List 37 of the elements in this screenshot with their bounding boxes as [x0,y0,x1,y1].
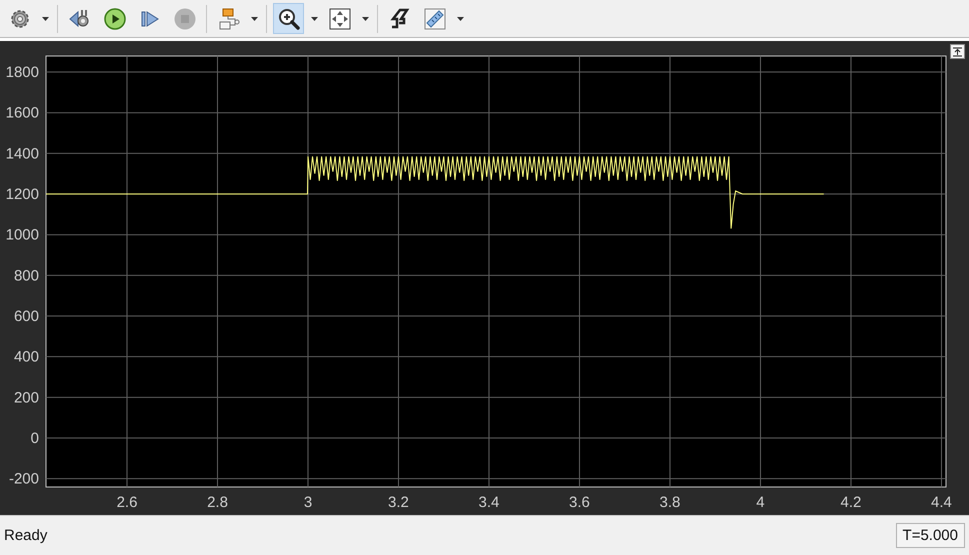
caret-icon [250,16,258,20]
status-text: Ready [4,527,48,544]
y-tick-label: 600 [14,308,39,326]
y-tick-label: 0 [30,430,39,447]
y-tick-label: 200 [14,389,39,406]
fit-to-view-icon [328,6,352,30]
y-tick-label: 1200 [6,186,39,204]
simulation-time: T=5.000 [896,523,965,548]
y-tick-label: 1000 [6,226,39,244]
y-tick-label: 1800 [6,64,39,82]
x-tick-label: 3.4 [478,494,500,511]
y-tick-label: -200 [8,470,39,488]
ruler-icon [422,6,446,30]
y-tick-label: 1600 [6,104,39,122]
x-tick-label: 3.2 [388,494,409,511]
y-tick-label: 400 [14,348,39,366]
trigger-icon [388,6,412,30]
y-tick-label: 1400 [6,145,39,162]
block-diagram-icon [216,6,240,30]
caret-icon [310,16,318,20]
caret-icon [456,16,464,20]
x-tick-label: 2.6 [116,494,138,511]
x-tick-label: 4 [756,494,765,511]
caret-icon [42,16,48,20]
zoom-in-icon [276,6,300,30]
y-tick-label: 800 [14,267,39,284]
x-tick-label: 4.2 [840,494,862,511]
x-tick-label: 2.8 [207,494,228,511]
zoom-button[interactable] [273,3,304,34]
caret-icon [362,16,368,20]
x-tick-label: 4.4 [931,494,952,511]
x-tick-label: 3.6 [569,494,590,511]
undock-button[interactable] [950,44,965,59]
x-tick-label: 3.8 [660,494,680,511]
stop-icon [172,6,196,30]
x-tick-label: 3 [304,494,312,511]
play-icon [102,6,126,30]
